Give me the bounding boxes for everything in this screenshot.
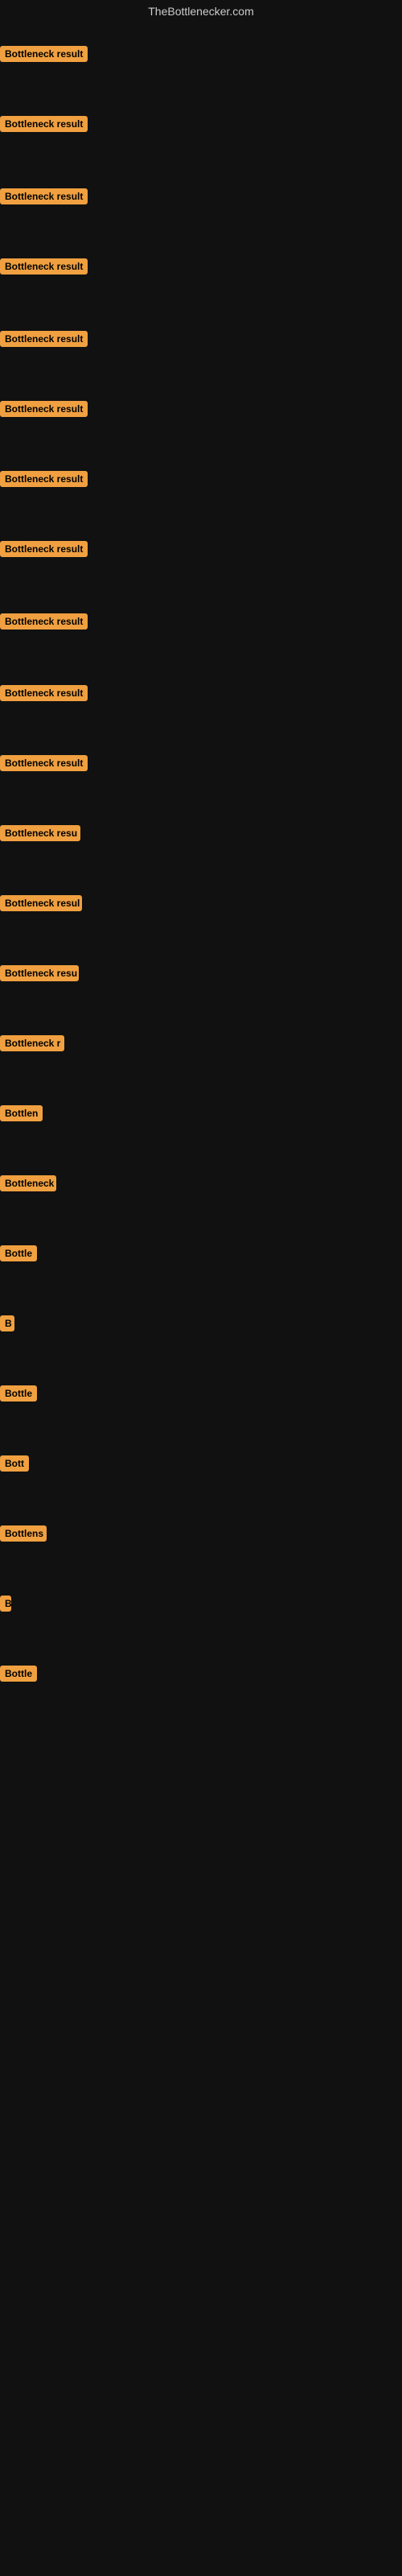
bottleneck-result-badge-9: Bottleneck result [0,685,88,701]
bottleneck-result-badge-19: Bottle [0,1385,37,1402]
bottleneck-result-badge-3: Bottleneck result [0,258,88,275]
site-title: TheBottlenecker.com [0,0,402,23]
bottleneck-result-badge-5: Bottleneck result [0,401,88,417]
badge-wrapper-1: Bottleneck result [0,116,88,136]
bottleneck-result-badge-6: Bottleneck result [0,471,88,487]
bottleneck-result-badge-15: Bottlen [0,1105,43,1121]
badge-wrapper-7: Bottleneck result [0,541,88,561]
bottleneck-result-badge-8: Bottleneck result [0,613,88,630]
bottleneck-result-badge-17: Bottle [0,1245,37,1261]
bottleneck-result-badge-20: Bott [0,1455,29,1472]
badge-wrapper-13: Bottleneck resu [0,965,79,985]
bottleneck-result-badge-4: Bottleneck result [0,331,88,347]
badge-wrapper-15: Bottlen [0,1105,43,1125]
bottleneck-result-badge-18: B [0,1315,14,1331]
bottleneck-result-badge-1: Bottleneck result [0,116,88,132]
badge-wrapper-22: B [0,1596,11,1616]
badge-wrapper-12: Bottleneck resul [0,895,82,915]
badge-wrapper-20: Bott [0,1455,29,1476]
badge-wrapper-5: Bottleneck result [0,401,88,421]
badge-wrapper-4: Bottleneck result [0,331,88,351]
bottleneck-result-badge-7: Bottleneck result [0,541,88,557]
badge-wrapper-6: Bottleneck result [0,471,88,491]
badge-wrapper-16: Bottleneck [0,1175,56,1195]
badge-wrapper-14: Bottleneck r [0,1035,64,1055]
badge-wrapper-0: Bottleneck result [0,46,88,66]
badge-wrapper-17: Bottle [0,1245,37,1265]
bottleneck-result-badge-12: Bottleneck resul [0,895,82,911]
badge-wrapper-18: B [0,1315,14,1335]
bottleneck-result-badge-21: Bottlens [0,1525,47,1542]
badge-wrapper-3: Bottleneck result [0,258,88,279]
bottleneck-result-badge-14: Bottleneck r [0,1035,64,1051]
bottleneck-result-badge-13: Bottleneck resu [0,965,79,981]
badge-wrapper-19: Bottle [0,1385,37,1406]
bottleneck-result-badge-0: Bottleneck result [0,46,88,62]
badge-wrapper-10: Bottleneck result [0,755,88,775]
badge-wrapper-21: Bottlens [0,1525,47,1546]
badge-wrapper-23: Bottle [0,1666,37,1686]
bottleneck-result-badge-16: Bottleneck [0,1175,56,1191]
bottleneck-result-badge-22: B [0,1596,11,1612]
badge-wrapper-9: Bottleneck result [0,685,88,705]
badge-wrapper-8: Bottleneck result [0,613,88,634]
bottleneck-result-badge-2: Bottleneck result [0,188,88,204]
badge-wrapper-2: Bottleneck result [0,188,88,208]
bottleneck-result-badge-11: Bottleneck resu [0,825,80,841]
bottleneck-result-badge-10: Bottleneck result [0,755,88,771]
bottleneck-result-badge-23: Bottle [0,1666,37,1682]
badge-wrapper-11: Bottleneck resu [0,825,80,845]
